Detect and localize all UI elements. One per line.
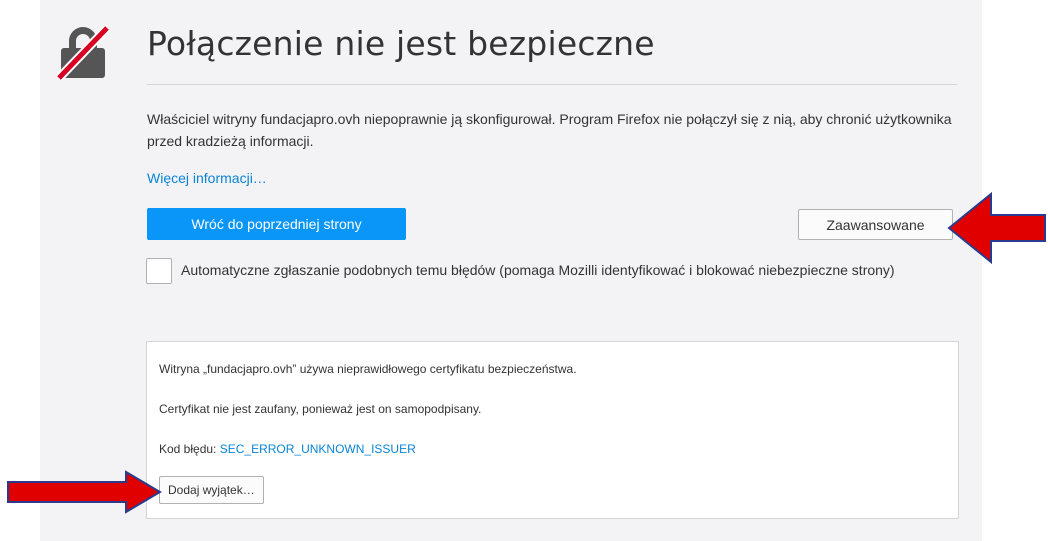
- broken-lock-icon: [55, 24, 111, 80]
- error-code-line: Kod błędu: SEC_ERROR_UNKNOWN_ISSUER: [159, 442, 416, 456]
- title-divider: [147, 84, 957, 85]
- advanced-button[interactable]: Zaawansowane: [798, 209, 953, 240]
- invalid-cert-text: Witryna „fundacjapro.ovh” używa nieprawi…: [159, 362, 577, 376]
- error-description: Właściciel witryny fundacjapro.ovh niepo…: [147, 111, 952, 149]
- page-title: Połączenie nie jest bezpieczne: [147, 24, 655, 63]
- error-code-link[interactable]: SEC_ERROR_UNKNOWN_ISSUER: [220, 442, 416, 456]
- red-arrow-left-icon: [947, 191, 1046, 265]
- red-arrow-right-icon: [7, 470, 162, 514]
- add-exception-button[interactable]: Dodaj wyjątek…: [159, 476, 264, 504]
- advanced-details-panel: Witryna „fundacjapro.ovh” używa nieprawi…: [146, 341, 959, 519]
- report-errors-label: Automatyczne zgłaszanie podobnych temu b…: [181, 262, 895, 278]
- more-info-link[interactable]: Więcej informacji…: [147, 170, 267, 186]
- go-back-button[interactable]: Wróć do poprzedniej strony: [147, 208, 406, 240]
- error-code-label: Kod błędu:: [159, 442, 220, 456]
- report-errors-checkbox[interactable]: [146, 258, 172, 284]
- untrusted-cert-text: Certyfikat nie jest zaufany, ponieważ je…: [159, 402, 482, 416]
